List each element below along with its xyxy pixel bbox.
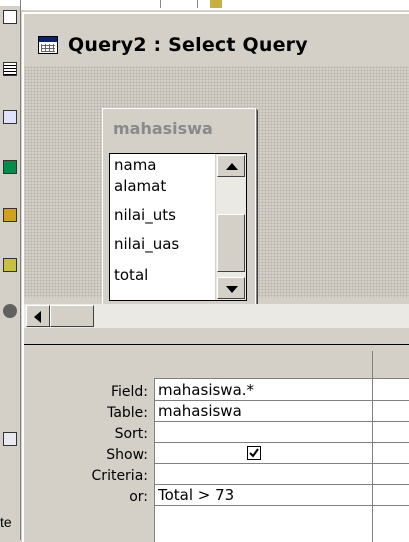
field-cell[interactable]: mahasiswa.* <box>158 381 254 399</box>
checkmark-icon <box>249 448 259 458</box>
arrow-left-icon <box>34 311 41 323</box>
grid-line <box>154 400 409 401</box>
page-icon[interactable] <box>3 208 17 222</box>
field-list-scrollbar[interactable] <box>215 154 246 300</box>
row-labels: Field: Table: Sort: Show: Criteria: or: <box>24 351 154 542</box>
arrow-down-icon <box>226 286 238 293</box>
field-item[interactable]: total <box>114 266 148 284</box>
favorites-icon[interactable] <box>3 432 17 446</box>
column-divider <box>372 351 373 379</box>
hscroll-thumb[interactable] <box>50 305 94 327</box>
grid-line <box>154 421 409 422</box>
scroll-thumb[interactable] <box>217 214 245 272</box>
grid-line <box>154 484 409 485</box>
title-bar[interactable]: Query2 : Select Query <box>24 14 409 66</box>
access-toolbar-strip: te <box>0 0 21 540</box>
grid-line <box>154 379 155 542</box>
window-title: Query2 : Select Query <box>68 34 308 56</box>
criteria-cell[interactable]: Total > 73 <box>158 486 234 504</box>
field-list-window[interactable]: mahasiswa nama alamat nilai_uts nilai_ua… <box>102 108 256 310</box>
form-icon[interactable] <box>3 110 17 124</box>
table-pane-hscrollbar[interactable] <box>24 304 409 328</box>
module-icon[interactable] <box>3 304 17 318</box>
partial-label: te <box>0 514 12 530</box>
query-datasheet-icon[interactable] <box>38 36 58 54</box>
row-label-criteria: Criteria: <box>91 468 148 484</box>
field-item[interactable]: nilai_uas <box>114 235 179 253</box>
query-icon[interactable] <box>3 62 17 76</box>
field-list-title: mahasiswa <box>113 119 213 138</box>
row-label-field: Field: <box>110 384 148 400</box>
table-pane[interactable]: mahasiswa nama alamat nilai_uts nilai_ua… <box>24 66 409 310</box>
field-item[interactable]: nama <box>114 156 157 174</box>
column-selector-bar[interactable] <box>154 351 409 379</box>
scroll-left-button[interactable] <box>26 305 50 327</box>
row-label-table: Table: <box>107 405 148 421</box>
grid-line <box>154 463 409 464</box>
grid-line <box>372 379 373 542</box>
table-cell[interactable]: mahasiswa <box>158 402 242 420</box>
field-item[interactable]: alamat <box>114 177 166 195</box>
grid-cells: mahasiswa.* mahasiswa Total > 73 <box>154 379 409 542</box>
field-item[interactable]: nilai_uts <box>114 206 176 224</box>
scroll-down-button[interactable] <box>217 277 245 299</box>
scroll-up-button[interactable] <box>217 155 245 177</box>
show-checkbox[interactable] <box>247 446 261 460</box>
field-list[interactable]: nama alamat nilai_uts nilai_uas total <box>109 153 247 301</box>
report-icon[interactable] <box>3 160 17 174</box>
arrow-up-icon <box>226 163 238 170</box>
row-label-show: Show: <box>106 447 148 463</box>
strip-top <box>0 0 20 6</box>
background-desktop <box>20 0 409 10</box>
macro-icon[interactable] <box>3 258 17 272</box>
table-icon[interactable] <box>3 10 17 24</box>
design-grid: Field: Table: Sort: Show: Criteria: or: … <box>24 351 409 542</box>
background-icon <box>210 0 222 8</box>
row-label-or: or: <box>129 489 148 505</box>
row-label-sort: Sort: <box>114 426 148 442</box>
background-divider <box>160 0 198 8</box>
query-window: Query2 : Select Query mahasiswa nama ala… <box>22 12 409 542</box>
grid-line <box>154 505 409 506</box>
grid-line <box>154 442 409 443</box>
